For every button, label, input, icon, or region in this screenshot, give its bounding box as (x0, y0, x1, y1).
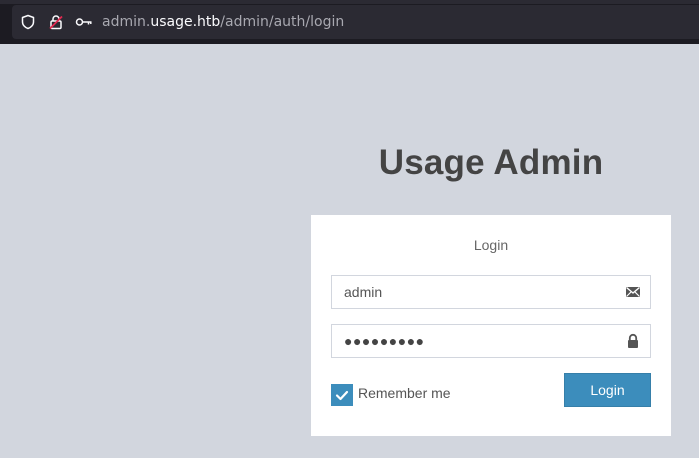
username-field[interactable] (331, 275, 651, 309)
remember-label[interactable]: Remember me (358, 385, 451, 401)
page-title: Usage Admin (378, 143, 604, 182)
url-path: /admin/auth/login (220, 14, 345, 30)
remember-checkbox[interactable] (331, 384, 353, 406)
login-button[interactable]: Login (564, 373, 651, 407)
checkmark-icon (335, 390, 349, 401)
shield-icon[interactable] (20, 14, 36, 30)
password-input[interactable]: ●●●●●●●●● (344, 325, 425, 357)
lock-icon (625, 333, 641, 349)
login-box: Login ●●●●●●●●● Remember me Login (311, 215, 671, 436)
password-field[interactable]: ●●●●●●●●● (331, 324, 651, 358)
url-host: usage.htb (150, 14, 221, 30)
envelope-icon (625, 284, 641, 300)
tab-strip-edge (0, 0, 699, 4)
url-subdomain: admin. (102, 14, 151, 30)
address-bar[interactable]: admin.usage.htb/admin/auth/login (12, 5, 699, 39)
url-text[interactable]: admin.usage.htb/admin/auth/login (102, 14, 344, 30)
lock-crossed-icon[interactable] (48, 14, 64, 30)
login-box-message: Login (473, 237, 509, 253)
key-icon[interactable] (75, 14, 93, 30)
browser-toolbar: admin.usage.htb/admin/auth/login (0, 0, 699, 44)
username-input[interactable] (344, 276, 614, 308)
